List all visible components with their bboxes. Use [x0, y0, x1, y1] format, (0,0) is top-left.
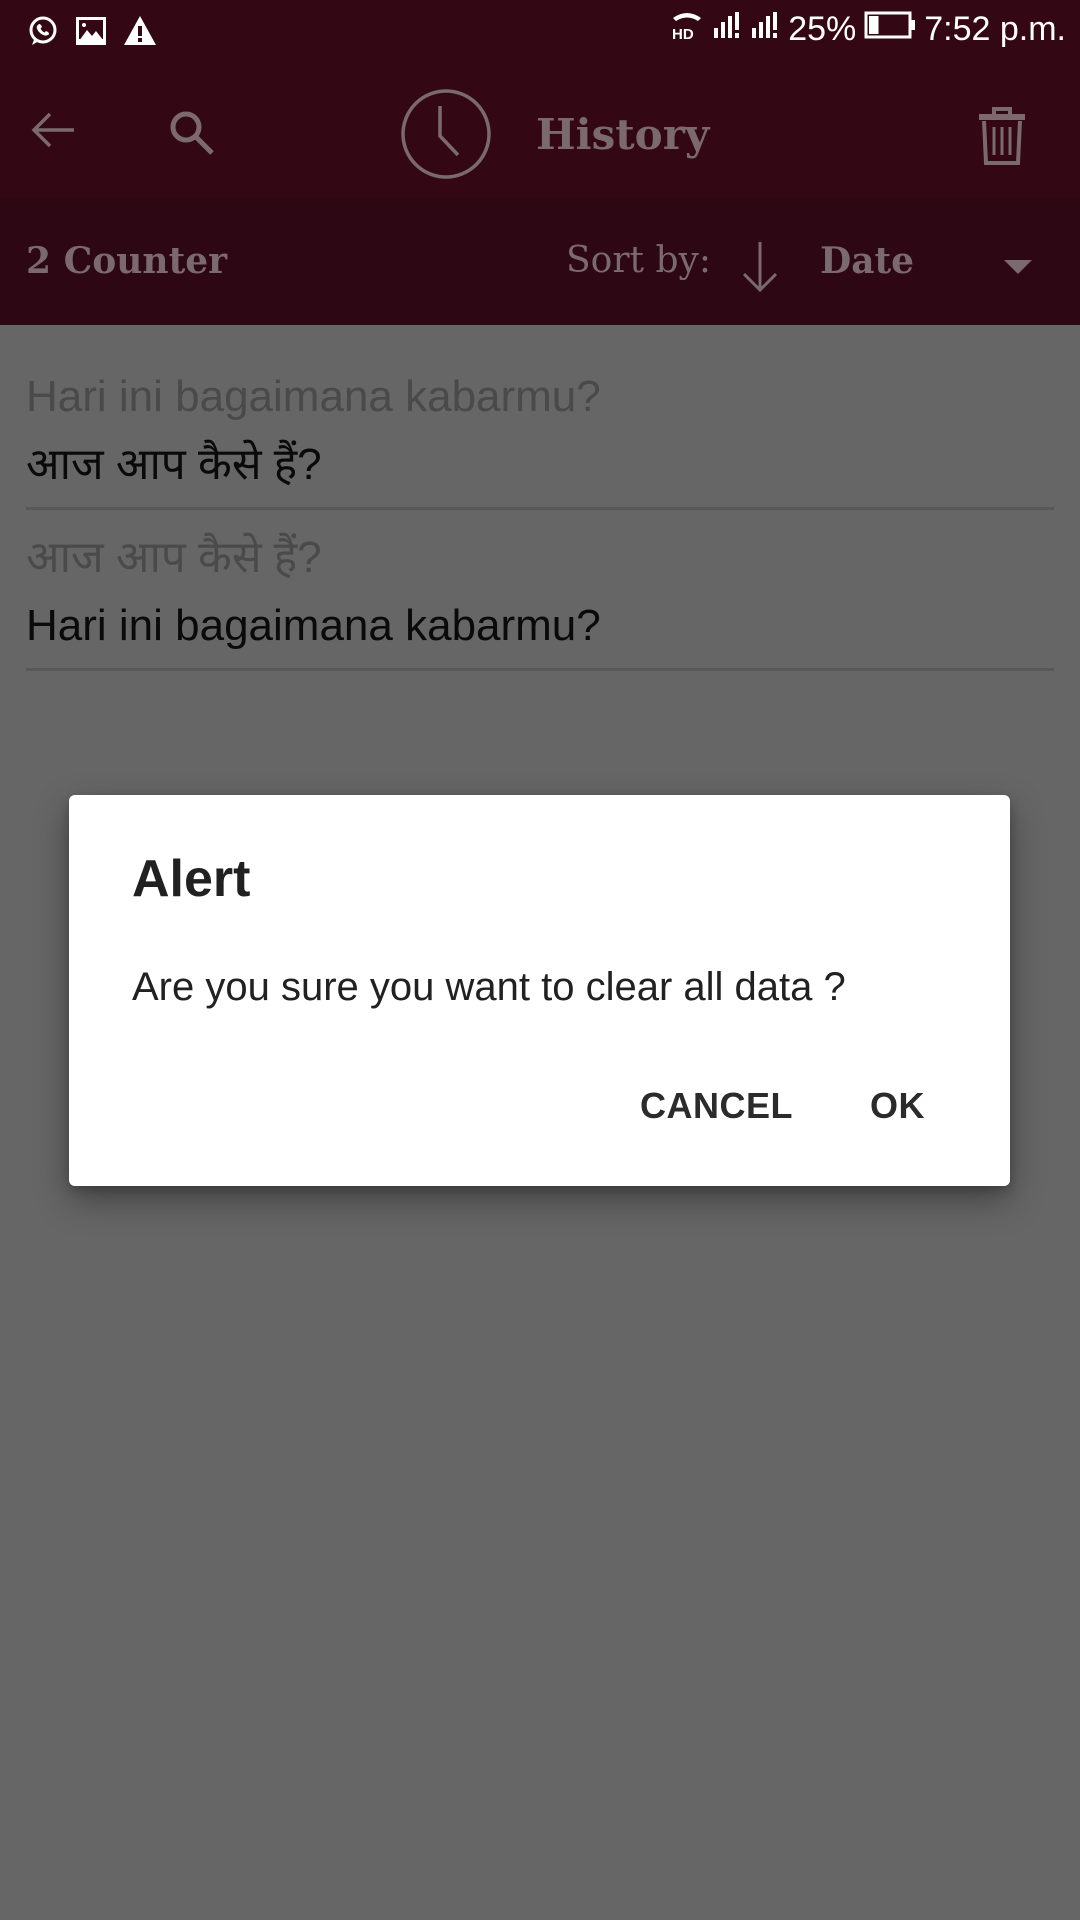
- sort-dropdown[interactable]: Date: [820, 240, 914, 282]
- hd-call-icon: HD: [670, 8, 704, 51]
- history-item[interactable]: Hari ini bagaimana kabarmu? आज आप कैसे ह…: [26, 325, 1054, 510]
- dialog-message: Are you sure you want to clear all data …: [132, 965, 846, 1009]
- whatsapp-icon: [26, 14, 60, 48]
- arrow-left-icon: [31, 112, 74, 148]
- history-counter: 2 Counter: [26, 240, 228, 282]
- title-area: History: [400, 88, 709, 180]
- sort-label: Sort by:: [566, 240, 711, 281]
- back-button[interactable]: [28, 108, 78, 157]
- alert-dialog: Alert Are you sure you want to clear all…: [69, 795, 1010, 1186]
- delete-all-button[interactable]: [976, 105, 1028, 172]
- history-item-translation: Hari ini bagaimana kabarmu?: [26, 601, 601, 650]
- page-title: History: [536, 109, 710, 159]
- battery-percent: 25%: [788, 10, 857, 48]
- signal-sim2-icon: [750, 10, 780, 49]
- svg-text:HD: HD: [672, 26, 694, 42]
- status-bar: HD 25% 7:52 p.m.: [0, 0, 1080, 63]
- clock-time: 7:52 p.m.: [924, 10, 1066, 48]
- caret-down-icon: [1004, 260, 1032, 274]
- history-item[interactable]: आज आप कैसे हैं? Hari ini bagaimana kabar…: [26, 510, 1054, 671]
- history-item-source: आज आप कैसे हैं?: [26, 533, 322, 582]
- history-item-source: Hari ini bagaimana kabarmu?: [26, 372, 601, 421]
- warning-icon: [122, 14, 156, 48]
- dialog-title: Alert: [132, 850, 251, 908]
- sort-bar: 2 Counter Sort by: Date: [0, 198, 1080, 325]
- sort-direction-button[interactable]: [740, 240, 780, 299]
- trash-icon: [979, 107, 1025, 165]
- ok-button[interactable]: OK: [870, 1085, 925, 1127]
- toolbar: History: [0, 63, 1080, 198]
- battery-icon: [864, 10, 916, 49]
- sort-dropdown-toggle[interactable]: [1004, 260, 1032, 281]
- search-icon: [170, 111, 214, 155]
- history-list: Hari ini bagaimana kabarmu? आज आप कैसे ह…: [26, 325, 1054, 671]
- image-icon: [74, 14, 108, 48]
- arrow-down-icon: [742, 242, 778, 293]
- cancel-button[interactable]: CANCEL: [640, 1085, 793, 1127]
- history-item-translation: आज आप कैसे हैं?: [26, 440, 322, 489]
- clock-icon: [401, 89, 491, 179]
- search-button[interactable]: [166, 107, 218, 164]
- signal-sim1-icon: [712, 10, 742, 49]
